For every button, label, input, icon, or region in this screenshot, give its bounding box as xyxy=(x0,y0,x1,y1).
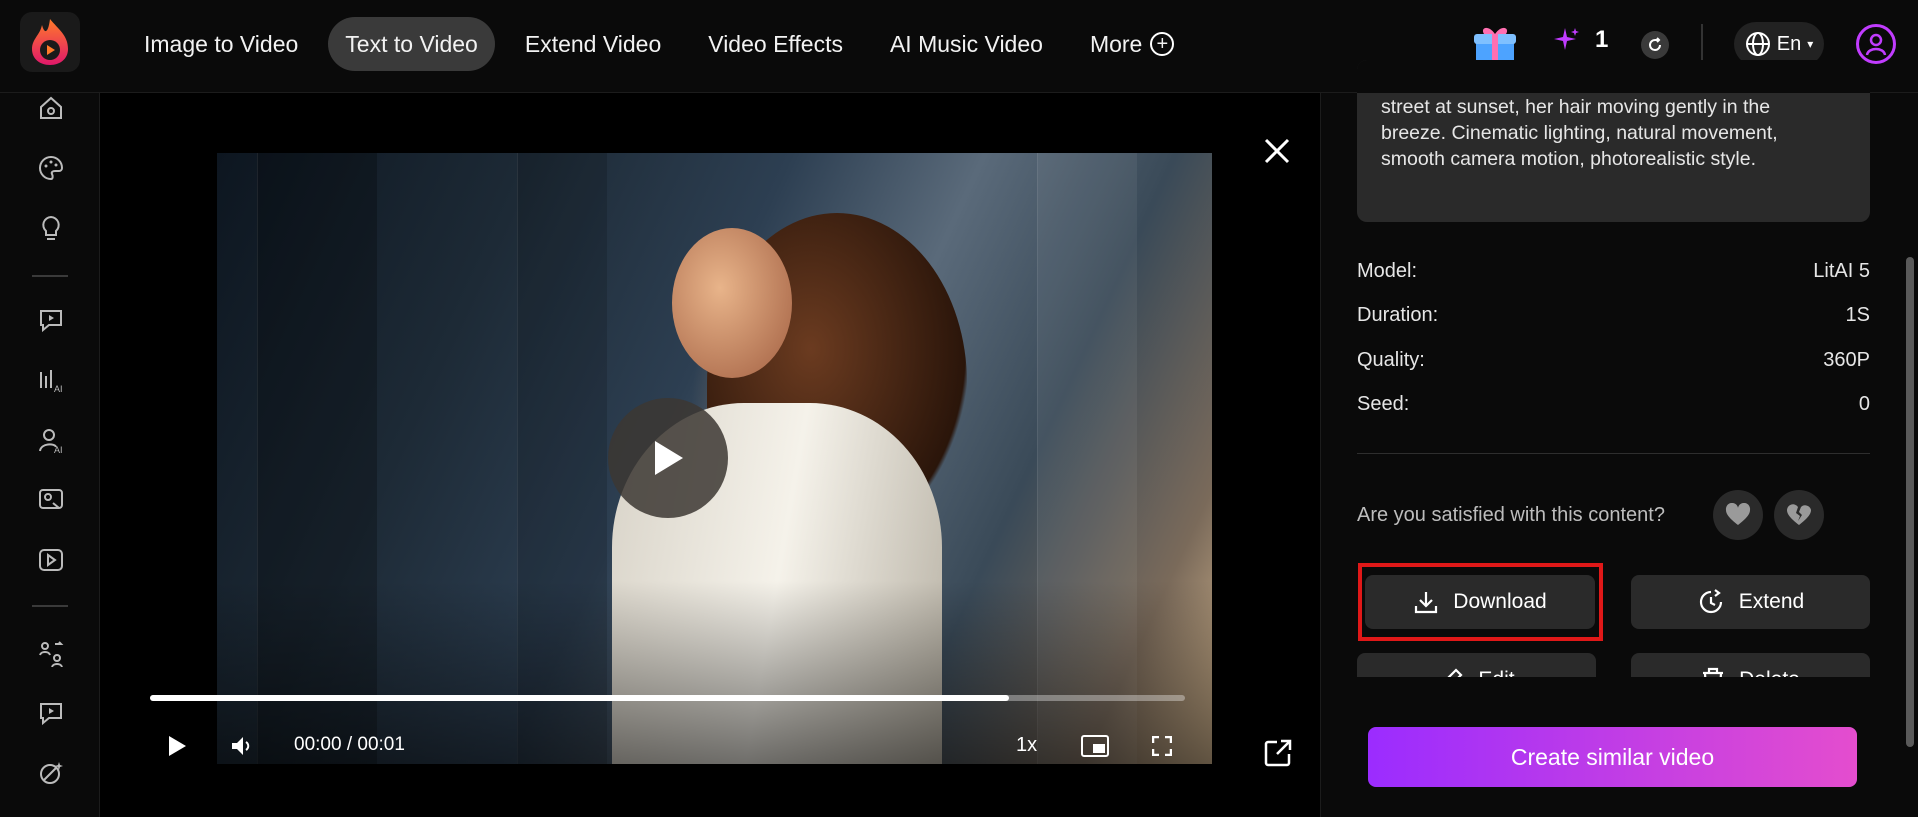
download-button[interactable]: Download xyxy=(1365,575,1595,629)
time-display: 00:00 / 00:01 xyxy=(294,734,405,755)
fullscreen-button[interactable] xyxy=(1150,734,1174,758)
play-icon xyxy=(655,441,683,475)
details-divider xyxy=(1357,453,1870,454)
credits-count: 1 xyxy=(1595,26,1609,53)
credits-display[interactable]: 1 xyxy=(1553,26,1608,54)
lightbulb-icon[interactable] xyxy=(36,213,66,243)
chat-video-icon[interactable] xyxy=(36,305,66,335)
detail-value: 0 xyxy=(1858,393,1870,415)
play-icon xyxy=(169,736,186,756)
svg-text:AI: AI xyxy=(54,445,63,454)
play-button[interactable] xyxy=(165,734,189,758)
detail-row-model: Model: LitAI 5 xyxy=(1357,260,1870,283)
prompt-line: smooth camera motion, photorealistic sty… xyxy=(1381,148,1756,170)
speed-button[interactable]: 1x xyxy=(1016,734,1037,757)
app-logo[interactable] xyxy=(20,12,80,72)
magic-eraser-icon[interactable] xyxy=(36,758,66,788)
chat-video-icon-2[interactable] xyxy=(36,698,66,728)
globe-icon xyxy=(1745,32,1770,56)
ai-avatar-icon[interactable]: AI xyxy=(36,425,66,455)
prompt-line: breeze. Cinematic lighting, natural move… xyxy=(1381,122,1778,144)
refresh-icon[interactable] xyxy=(1641,31,1669,59)
extend-clock-icon xyxy=(1699,589,1722,614)
panel-scrollbar[interactable] xyxy=(1906,257,1914,747)
detail-value: 360P xyxy=(1823,349,1870,371)
delete-button[interactable]: Delete xyxy=(1631,653,1870,677)
nav-more[interactable]: More + xyxy=(1073,17,1191,71)
detail-row-seed: Seed: 0 xyxy=(1357,393,1870,416)
face-swap-icon[interactable] xyxy=(36,638,66,668)
close-icon xyxy=(1264,138,1290,164)
language-label: En xyxy=(1776,32,1802,55)
detail-row-quality: Quality: 360P xyxy=(1357,349,1870,372)
download-label: Download xyxy=(1453,590,1547,613)
nav-image-to-video[interactable]: Image to Video xyxy=(127,17,315,71)
sidebar-divider xyxy=(32,605,68,607)
share-button[interactable] xyxy=(1263,738,1293,768)
like-button[interactable] xyxy=(1713,490,1763,540)
satisfaction-question: Are you satisfied with this content? xyxy=(1357,504,1665,526)
delete-button-clipped[interactable]: Delete xyxy=(1631,653,1870,677)
detail-label: Seed: xyxy=(1357,393,1410,415)
delete-label: Delete xyxy=(1739,668,1800,677)
nav-more-label: More xyxy=(1089,30,1143,57)
volume-button[interactable] xyxy=(228,734,256,758)
extend-label: Extend xyxy=(1738,590,1805,613)
download-icon xyxy=(1415,592,1438,614)
big-play-button[interactable] xyxy=(608,398,728,518)
edit-button-clipped[interactable]: Edit xyxy=(1357,653,1596,677)
header-divider xyxy=(1701,24,1703,64)
caret-down-icon: ▾ xyxy=(1807,37,1814,51)
sidebar-divider xyxy=(32,275,68,277)
user-avatar-icon[interactable] xyxy=(1856,24,1896,64)
broken-heart-icon xyxy=(1787,504,1811,525)
prompt-line: street at sunset, her hair moving gently… xyxy=(1381,96,1771,118)
main-nav: Image to Video Text to Video Extend Vide… xyxy=(127,17,1204,71)
svg-text:AI: AI xyxy=(54,384,63,394)
pip-icon xyxy=(1081,735,1109,757)
video-play-icon[interactable] xyxy=(36,545,66,575)
home-icon[interactable] xyxy=(36,93,66,123)
image-scan-icon[interactable] xyxy=(36,485,66,515)
prompt-clip-mask xyxy=(1357,60,1870,93)
nav-ai-music-video[interactable]: AI Music Video xyxy=(873,17,1060,71)
detail-label: Model: xyxy=(1357,260,1418,282)
detail-label: Duration: xyxy=(1357,304,1439,326)
trash-icon xyxy=(1703,667,1724,677)
picture-in-picture-button[interactable] xyxy=(1081,734,1109,758)
ai-audio-icon[interactable]: AI xyxy=(36,365,66,395)
flame-logo-icon xyxy=(32,19,68,65)
extend-button[interactable]: Extend xyxy=(1631,575,1870,629)
detail-label: Quality: xyxy=(1357,349,1425,371)
nav-text-to-video[interactable]: Text to Video xyxy=(328,17,495,71)
detail-value: 1S xyxy=(1845,304,1870,326)
palette-icon[interactable] xyxy=(36,153,66,183)
close-button[interactable] xyxy=(1262,136,1292,166)
nav-extend-video[interactable]: Extend Video xyxy=(508,17,678,71)
speaker-icon xyxy=(232,737,250,755)
plus-circle-icon: + xyxy=(1150,32,1175,56)
create-similar-video-button[interactable]: Create similar video xyxy=(1368,727,1857,787)
sidebar: AI AI xyxy=(0,93,100,817)
fullscreen-icon xyxy=(1152,736,1172,756)
edit-icon xyxy=(1447,668,1463,677)
nav-video-effects[interactable]: Video Effects xyxy=(691,17,860,71)
edit-button[interactable]: Edit xyxy=(1357,653,1596,677)
detail-row-duration: Duration: 1S xyxy=(1357,304,1870,327)
edit-label: Edit xyxy=(1478,668,1514,677)
video-progress-bar[interactable] xyxy=(150,695,1185,701)
dislike-button[interactable] xyxy=(1774,490,1824,540)
video-progress-fill xyxy=(150,695,1010,701)
sparkle-icon xyxy=(1554,28,1579,50)
external-link-icon xyxy=(1264,739,1292,767)
detail-value: LitAI 5 xyxy=(1813,260,1870,282)
prompt-box: street at sunset, her hair moving gently… xyxy=(1357,60,1870,222)
heart-icon xyxy=(1725,503,1751,525)
